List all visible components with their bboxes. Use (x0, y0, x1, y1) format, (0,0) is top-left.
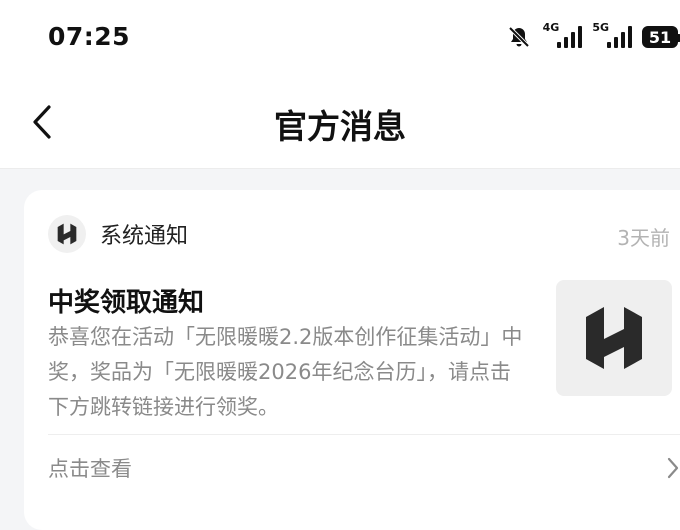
message-time: 3天前 (617, 226, 670, 250)
avatar (48, 215, 86, 253)
infinity-nikki-logo (586, 307, 642, 369)
divider (48, 434, 680, 435)
nav-bar: 官方消息 (0, 76, 680, 169)
status-time: 07:25 (48, 22, 131, 51)
message-title: 中奖领取通知 (48, 288, 205, 318)
message-body: 恭喜您在活动「无限暖暖2.2版本创作征集活动」中奖，奖品为「无限暖暖2026年纪… (48, 325, 523, 419)
view-details-button[interactable]: 点击查看 (48, 446, 680, 490)
battery-level: 51 (648, 27, 672, 47)
bell-off-icon (507, 25, 531, 49)
sender-row: 系统通知 (48, 214, 188, 254)
sender-name: 系统通知 (100, 224, 189, 249)
page-title: 官方消息 (274, 107, 406, 146)
signal-bars-icon (607, 26, 632, 48)
battery-icon: 51 (642, 26, 680, 48)
message-thumbnail (556, 280, 672, 396)
chevron-right-icon (667, 457, 679, 479)
status-bar: 07:25 4G 5G 51 (0, 0, 680, 76)
view-details-label: 点击查看 (48, 457, 132, 481)
signal-bars-icon (557, 26, 583, 48)
message-card[interactable]: 系统通知 3天前 中奖领取通知 恭喜您在活动「无限暖暖2.2版本创作征集活动」中… (24, 190, 680, 530)
status-icons: 4G 5G 51 (507, 22, 680, 52)
infinity-nikki-logo (57, 223, 77, 245)
